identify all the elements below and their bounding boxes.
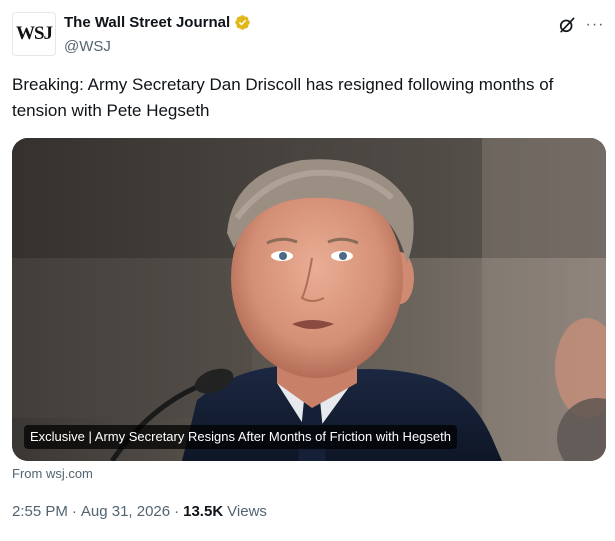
author-handle[interactable]: @WSJ xyxy=(64,38,111,55)
meta-separator-2: · xyxy=(174,503,180,520)
views-label: Views xyxy=(227,503,267,520)
avatar-logo-text: WSJ xyxy=(15,23,53,44)
post-date[interactable]: Aug 31, 2026 xyxy=(81,503,170,520)
avatar[interactable]: WSJ xyxy=(12,12,56,56)
more-options-button[interactable]: ··· xyxy=(584,14,606,36)
tweet: WSJ The Wall Street Journal @WSJ ··· Bre… xyxy=(0,0,615,541)
grok-icon[interactable] xyxy=(556,14,578,36)
meta-separator: · xyxy=(71,503,77,520)
display-name[interactable]: The Wall Street Journal xyxy=(64,14,230,31)
post-time[interactable]: 2:55 PM xyxy=(12,503,68,520)
tweet-text: Breaking: Army Secretary Dan Driscoll ha… xyxy=(12,75,554,120)
verified-badge-icon[interactable] xyxy=(234,14,251,31)
article-headline: Exclusive | Army Secretary Resigns After… xyxy=(24,425,457,449)
tweet-meta: 2:55 PM · Aug 31, 2026 · 13.5K Views xyxy=(12,503,267,520)
article-photo xyxy=(12,138,606,461)
article-card[interactable]: Exclusive | Army Secretary Resigns After… xyxy=(12,138,606,461)
author-name-row: The Wall Street Journal xyxy=(64,14,251,31)
views-count[interactable]: 13.5K xyxy=(183,503,223,520)
article-source-link[interactable]: From wsj.com xyxy=(12,466,93,481)
